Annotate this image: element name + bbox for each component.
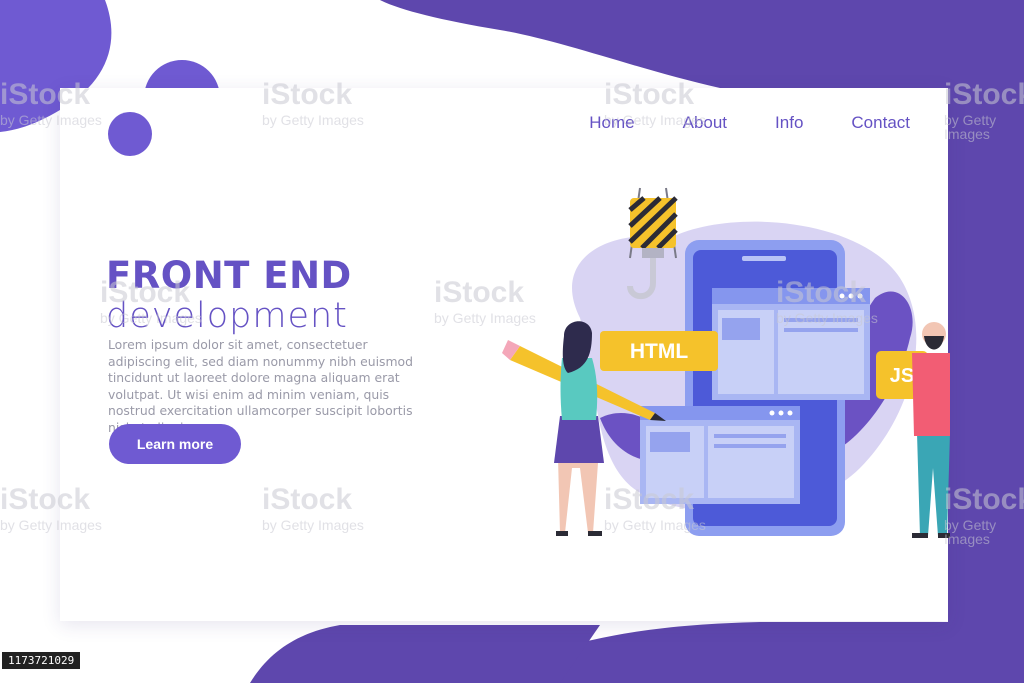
nav-home[interactable]: Home (589, 113, 634, 133)
nav-contact[interactable]: Contact (851, 113, 910, 133)
landing-card: Home About Info Contact FRONT END develo… (60, 88, 950, 621)
front-end-illustration: HTML JS (502, 187, 950, 538)
hero-title: FRONT END (106, 254, 352, 297)
learn-more-button[interactable]: Learn more (109, 424, 241, 464)
man-figure (912, 322, 950, 538)
nav-info[interactable]: Info (775, 113, 803, 133)
html-tag: HTML (600, 331, 718, 371)
html-tag-label: HTML (630, 340, 688, 363)
nav-about[interactable]: About (683, 113, 727, 133)
logo[interactable] (108, 112, 152, 156)
js-tag-label: JS (890, 365, 914, 387)
browser-window-top (712, 288, 870, 400)
top-nav: Home About Info Contact (589, 113, 910, 133)
hero-body-text: Lorem ipsum dolor sit amet, consectetuer… (108, 337, 414, 435)
image-id-badge: 1173721029 (2, 652, 81, 669)
hero-subtitle: development (106, 296, 348, 336)
